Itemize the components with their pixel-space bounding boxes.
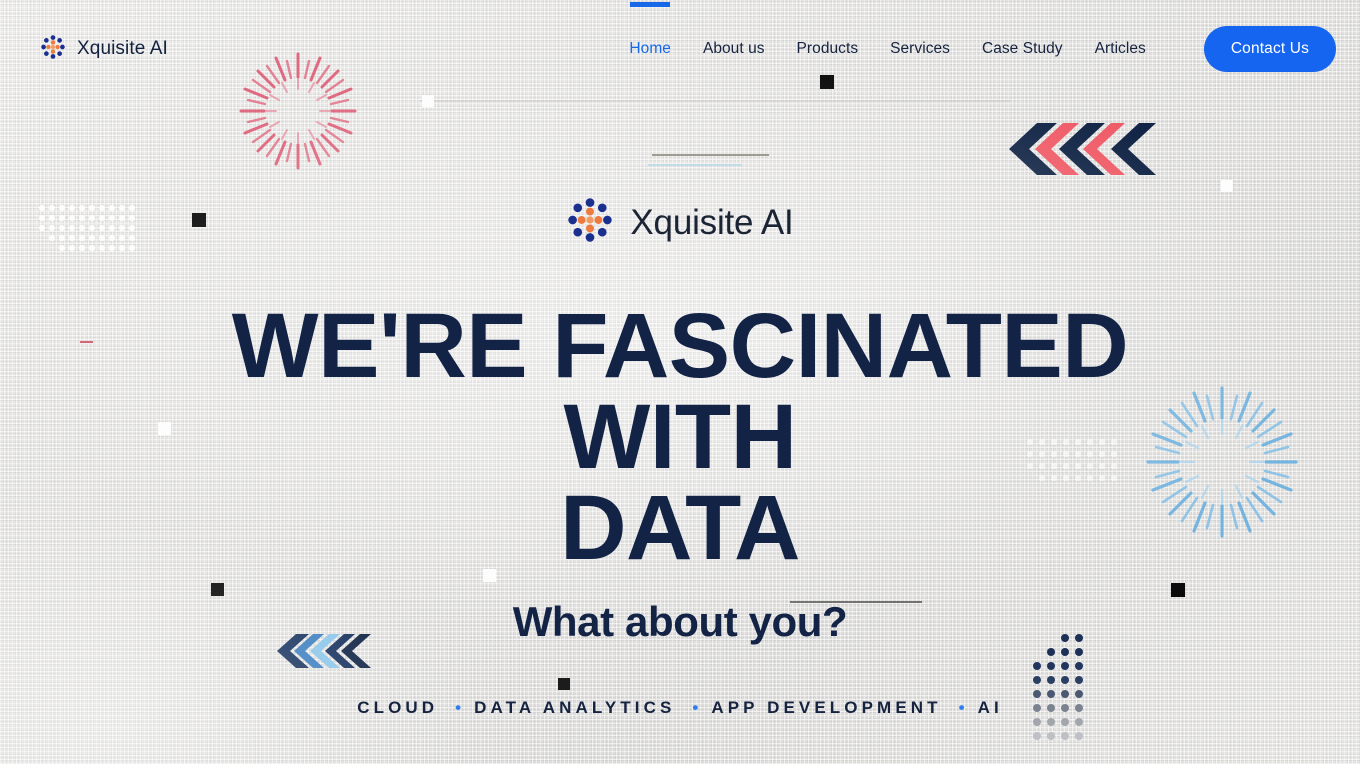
tagline-separator-1: • [455,697,462,717]
tagline-separator-2: • [692,697,699,717]
nav-item-products[interactable]: Products [781,2,875,96]
tagline-item-app-development: APP DEVELOPMENT [711,698,942,718]
nav-item-about-us[interactable]: About us [687,2,781,96]
nav-item-home[interactable]: Home [613,2,687,96]
site-header: Xquisite AI Home About us Products Servi… [0,0,1360,98]
dot-cluster-logo-large-icon [566,196,614,249]
hero-brand-name: Xquisite AI [630,202,794,242]
hero-subheadline: What about you? [512,598,848,646]
hero-headline-line1: WE'RE FASCINATED WITH [231,295,1129,489]
tagline-separator-3: • [958,697,965,717]
tagline-item-cloud: CLOUD [357,698,439,718]
dot-cluster-logo-icon [40,34,66,65]
hero-tagline: CLOUD • DATA ANALYTICS • APP DEVELOPMENT… [357,698,1003,718]
nav-item-services[interactable]: Services [874,2,966,96]
nav-item-articles[interactable]: Articles [1079,2,1162,96]
brand-logo[interactable]: Xquisite AI [40,34,168,65]
nav-item-case-study[interactable]: Case Study [966,2,1079,96]
main-navigation: Home About us Products Services Case Stu… [613,2,1336,96]
landing-page: Xquisite AI Home About us Products Servi… [0,0,1360,764]
hero-headline-line2: DATA [560,477,800,580]
tagline-item-ai: AI [977,698,1003,718]
hero-section: Xquisite AI WE'RE FASCINATED WITH DATA W… [0,0,1360,764]
hero-brand-logo: Xquisite AI [566,196,794,249]
contact-us-button[interactable]: Contact Us [1203,26,1336,72]
brand-name: Xquisite AI [77,38,168,59]
tagline-item-data-analytics: DATA ANALYTICS [474,698,676,718]
hero-headline: WE'RE FASCINATED WITH DATA [120,295,1240,580]
